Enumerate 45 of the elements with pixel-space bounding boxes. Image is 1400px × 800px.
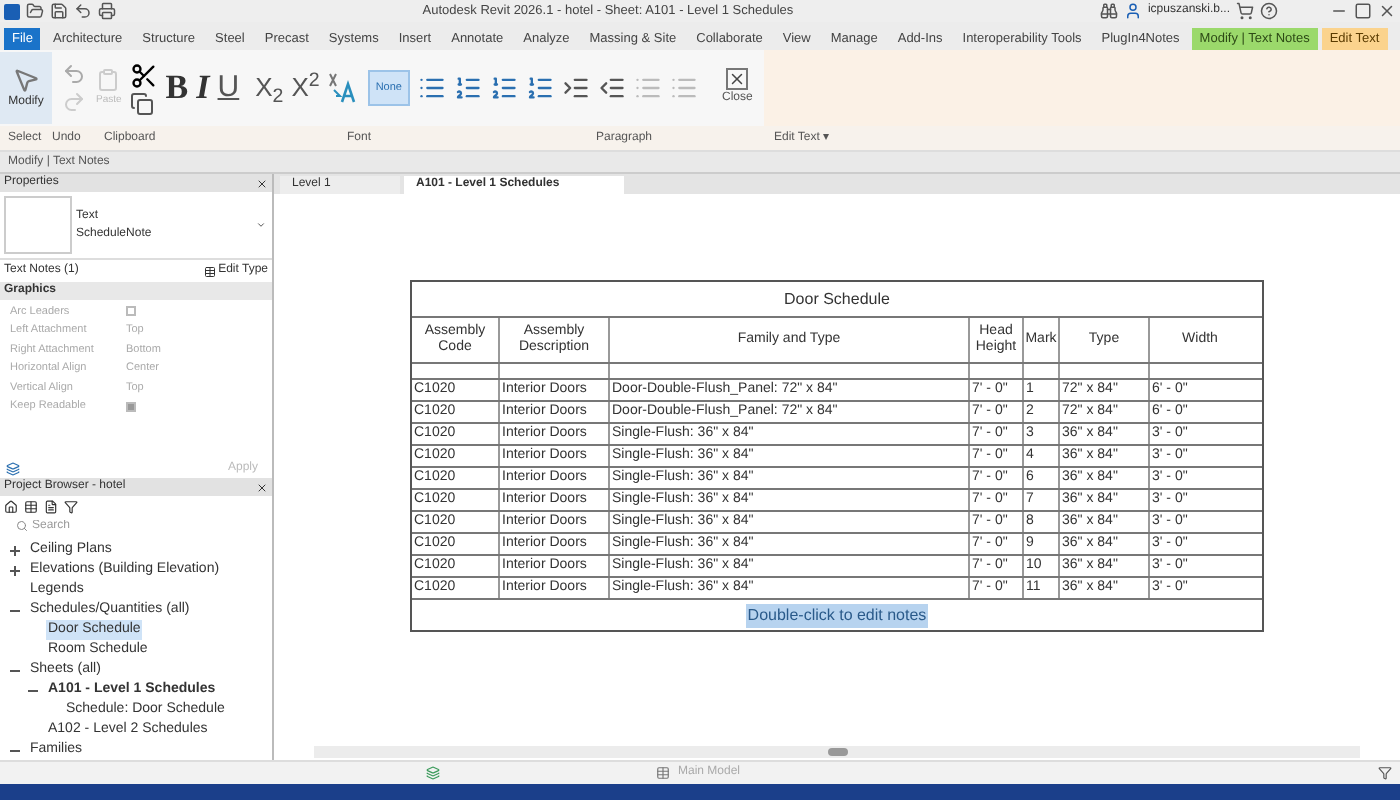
- underline-button[interactable]: U: [217, 65, 240, 111]
- numbered-list-icon[interactable]: [453, 74, 482, 102]
- pointer-icon: [12, 65, 40, 93]
- help-icon[interactable]: [1260, 2, 1278, 20]
- sheet-icon[interactable]: [44, 499, 58, 513]
- horizontal-scrollbar[interactable]: [314, 746, 1360, 758]
- table-icon: [204, 265, 217, 277]
- maximize-icon[interactable]: [1354, 2, 1372, 20]
- close-icon: [726, 68, 749, 90]
- outdent-icon[interactable]: [597, 74, 626, 102]
- bullet-list-icon[interactable]: [417, 74, 446, 102]
- printer-icon[interactable]: [98, 2, 116, 20]
- collapse-icon[interactable]: [8, 664, 20, 676]
- cart-icon[interactable]: [1236, 2, 1254, 20]
- close-icon[interactable]: [256, 177, 268, 189]
- collapse-icon[interactable]: [8, 604, 20, 616]
- copy-icon[interactable]: [129, 91, 154, 115]
- indent-icon[interactable]: [561, 74, 590, 102]
- close-icon[interactable]: [1378, 2, 1396, 20]
- open-icon[interactable]: [26, 2, 44, 20]
- text-case-icon[interactable]: [327, 72, 356, 104]
- clipboard-icon: [96, 66, 121, 95]
- search-icon: [16, 520, 28, 532]
- save-icon[interactable]: [50, 2, 68, 20]
- numbered-list-icon[interactable]: [525, 74, 554, 102]
- filter-icon[interactable]: [64, 499, 78, 513]
- table-icon[interactable]: [24, 499, 38, 513]
- collapse-icon[interactable]: [8, 744, 20, 756]
- subscript-button[interactable]: X$_{2}$: [255, 68, 284, 108]
- collapse-icon[interactable]: [26, 684, 38, 696]
- user-icon[interactable]: [1123, 2, 1142, 20]
- filter-icon[interactable]: [1378, 766, 1392, 780]
- superscript-button[interactable]: X$^{2}$: [291, 68, 320, 108]
- dropdown-icon: [256, 220, 266, 230]
- app-icon[interactable]: [4, 3, 20, 19]
- worksets-icon[interactable]: [426, 766, 440, 780]
- home-icon[interactable]: [4, 499, 18, 513]
- scissors-icon[interactable]: [129, 61, 158, 89]
- undo-icon[interactable]: [74, 2, 92, 20]
- schedule-note[interactable]: Double-click to edit notes: [745, 603, 929, 627]
- bold-button[interactable]: B: [165, 62, 189, 114]
- schedule-title: Door Schedule: [784, 287, 890, 311]
- italic-button[interactable]: I: [196, 62, 210, 114]
- close-icon[interactable]: [256, 481, 268, 493]
- binoculars-icon[interactable]: [1099, 2, 1118, 20]
